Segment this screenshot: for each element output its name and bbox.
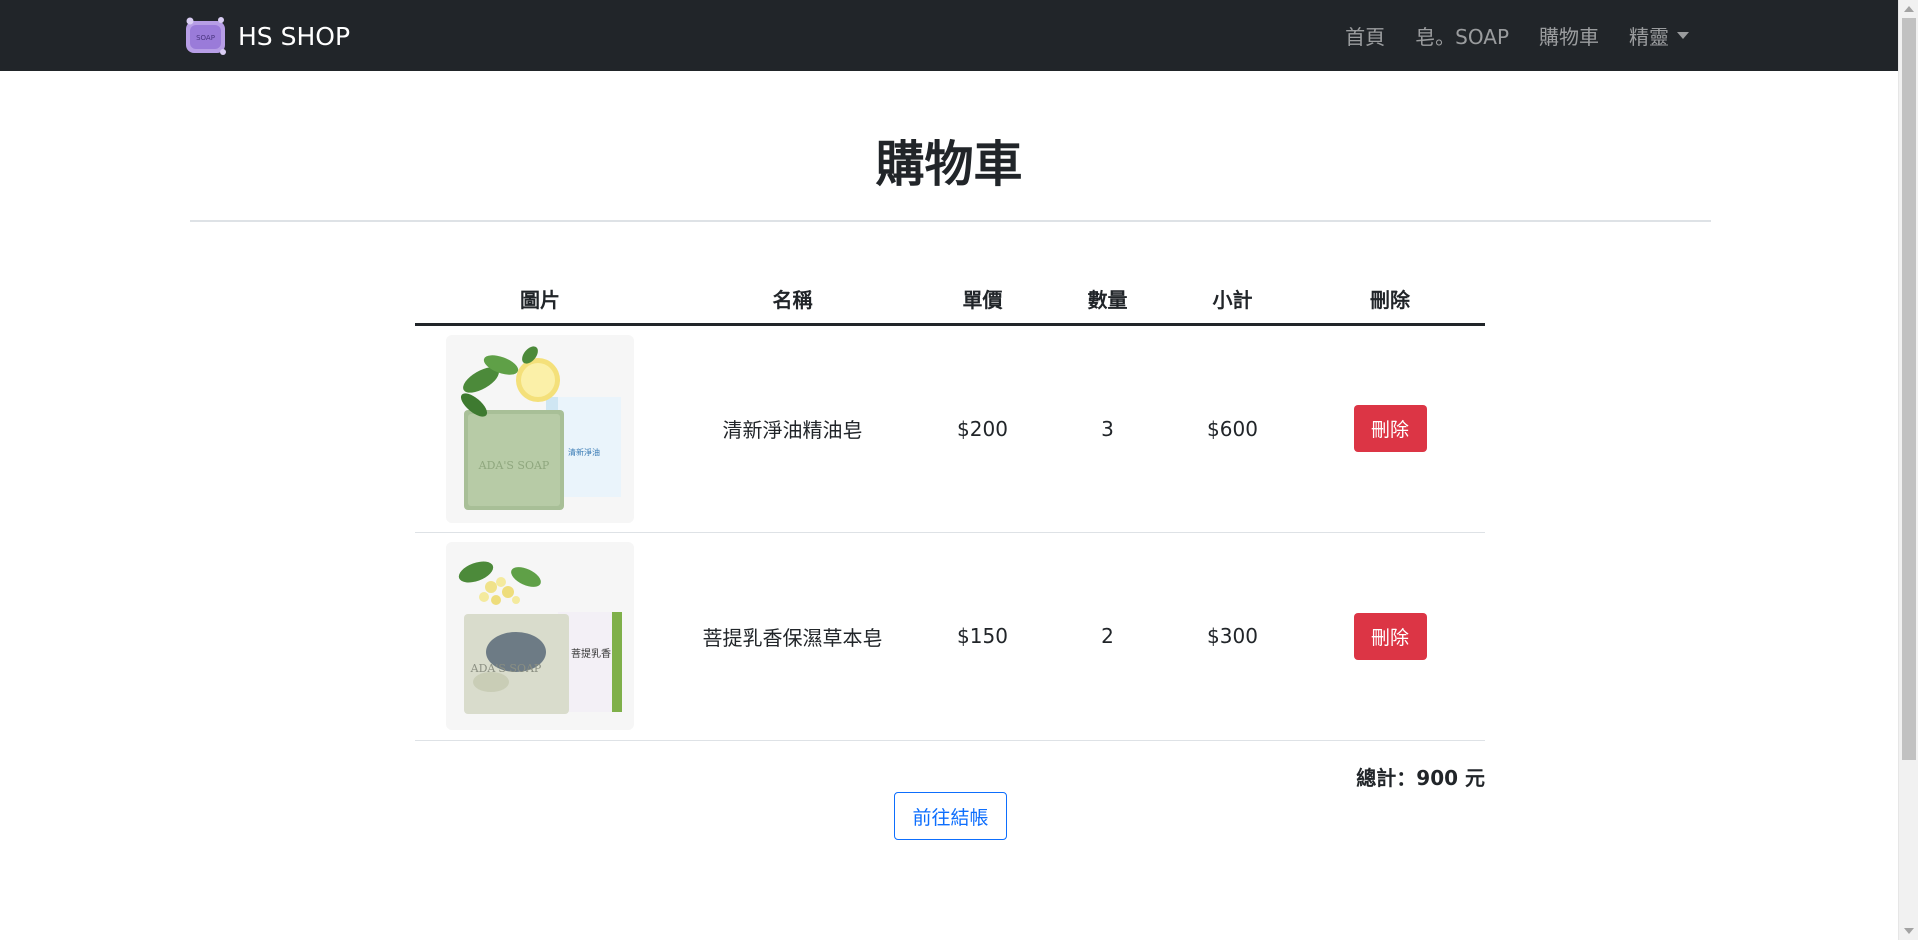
product-image: 清新淨油 ADA'S SOAP — [446, 334, 634, 523]
divider — [190, 220, 1711, 222]
header-delete: 刪除 — [1295, 275, 1485, 326]
scroll-down-arrow-icon[interactable] — [1904, 928, 1914, 934]
delete-button[interactable]: 刪除 — [1353, 612, 1427, 660]
cell-image: 菩提乳香 ADA'S SOAP — [415, 532, 665, 741]
nav-dropdown-label: 精靈 — [1629, 25, 1669, 49]
cart-table: 圖片 名稱 單價 數量 小計 刪除 清新淨油 ADA'S SOAP 清新淨油精油… — [415, 275, 1485, 741]
scroll-up-arrow-icon[interactable] — [1904, 6, 1914, 12]
navbar: SOAP HS SHOP 首頁 皂。SOAP 購物車 精靈 — [0, 0, 1898, 71]
cell-subtotal: $300 — [1170, 532, 1295, 741]
page-title: 購物車 — [875, 136, 1023, 193]
soap-label: ADA'S SOAP — [470, 662, 542, 675]
header-price: 單價 — [920, 275, 1045, 326]
cell-name: 清新淨油精油皂 — [665, 324, 920, 533]
header-subtotal: 小計 — [1170, 275, 1295, 326]
nav-dropdown[interactable]: 精靈 — [1614, 21, 1704, 50]
cell-price: $200 — [920, 324, 1045, 533]
delete-button[interactable]: 刪除 — [1353, 405, 1427, 452]
nav-links: 首頁 皂。SOAP 購物車 精靈 — [1330, 0, 1704, 71]
header-quantity: 數量 — [1045, 275, 1170, 326]
box-label: 清新淨油 — [568, 447, 600, 457]
nav-home[interactable]: 首頁 — [1330, 21, 1400, 50]
cart-total: 總計：900 元 — [1356, 766, 1485, 790]
nav-soap[interactable]: 皂。SOAP — [1400, 21, 1524, 50]
box-label: 菩提乳香 — [571, 647, 611, 660]
cell-name: 菩提乳香保濕草本皂 — [665, 532, 920, 741]
table-row: 菩提乳香 ADA'S SOAP 菩提乳香保濕草本皂 $150 2 $300 刪除 — [415, 532, 1485, 741]
cell-subtotal: $600 — [1170, 324, 1295, 533]
scrollbar[interactable] — [1898, 0, 1918, 940]
table-row: 清新淨油 ADA'S SOAP 清新淨油精油皂 $200 3 $600 刪除 — [415, 324, 1485, 533]
soap-label: ADA'S SOAP — [478, 459, 550, 472]
caret-down-icon — [1677, 32, 1689, 39]
header-image: 圖片 — [415, 275, 665, 326]
brand-name: HS SHOP — [238, 21, 351, 51]
logo-text: SOAP — [196, 34, 215, 42]
cell-quantity: 3 — [1045, 324, 1170, 533]
brand-link[interactable]: SOAP HS SHOP — [183, 15, 350, 57]
soap-logo-icon: SOAP — [186, 17, 226, 55]
table-header-row: 圖片 名稱 單價 數量 小計 刪除 — [415, 275, 1485, 326]
scroll-thumb[interactable] — [1902, 18, 1916, 760]
cell-image: 清新淨油 ADA'S SOAP — [415, 324, 665, 533]
cell-price: $150 — [920, 532, 1045, 741]
cell-delete: 刪除 — [1295, 324, 1485, 533]
checkout-button[interactable]: 前往結帳 — [894, 792, 1007, 840]
product-image: 菩提乳香 ADA'S SOAP — [446, 542, 634, 730]
header-name: 名稱 — [665, 275, 920, 326]
cell-quantity: 2 — [1045, 532, 1170, 741]
cell-delete: 刪除 — [1295, 532, 1485, 741]
nav-cart[interactable]: 購物車 — [1524, 21, 1614, 50]
